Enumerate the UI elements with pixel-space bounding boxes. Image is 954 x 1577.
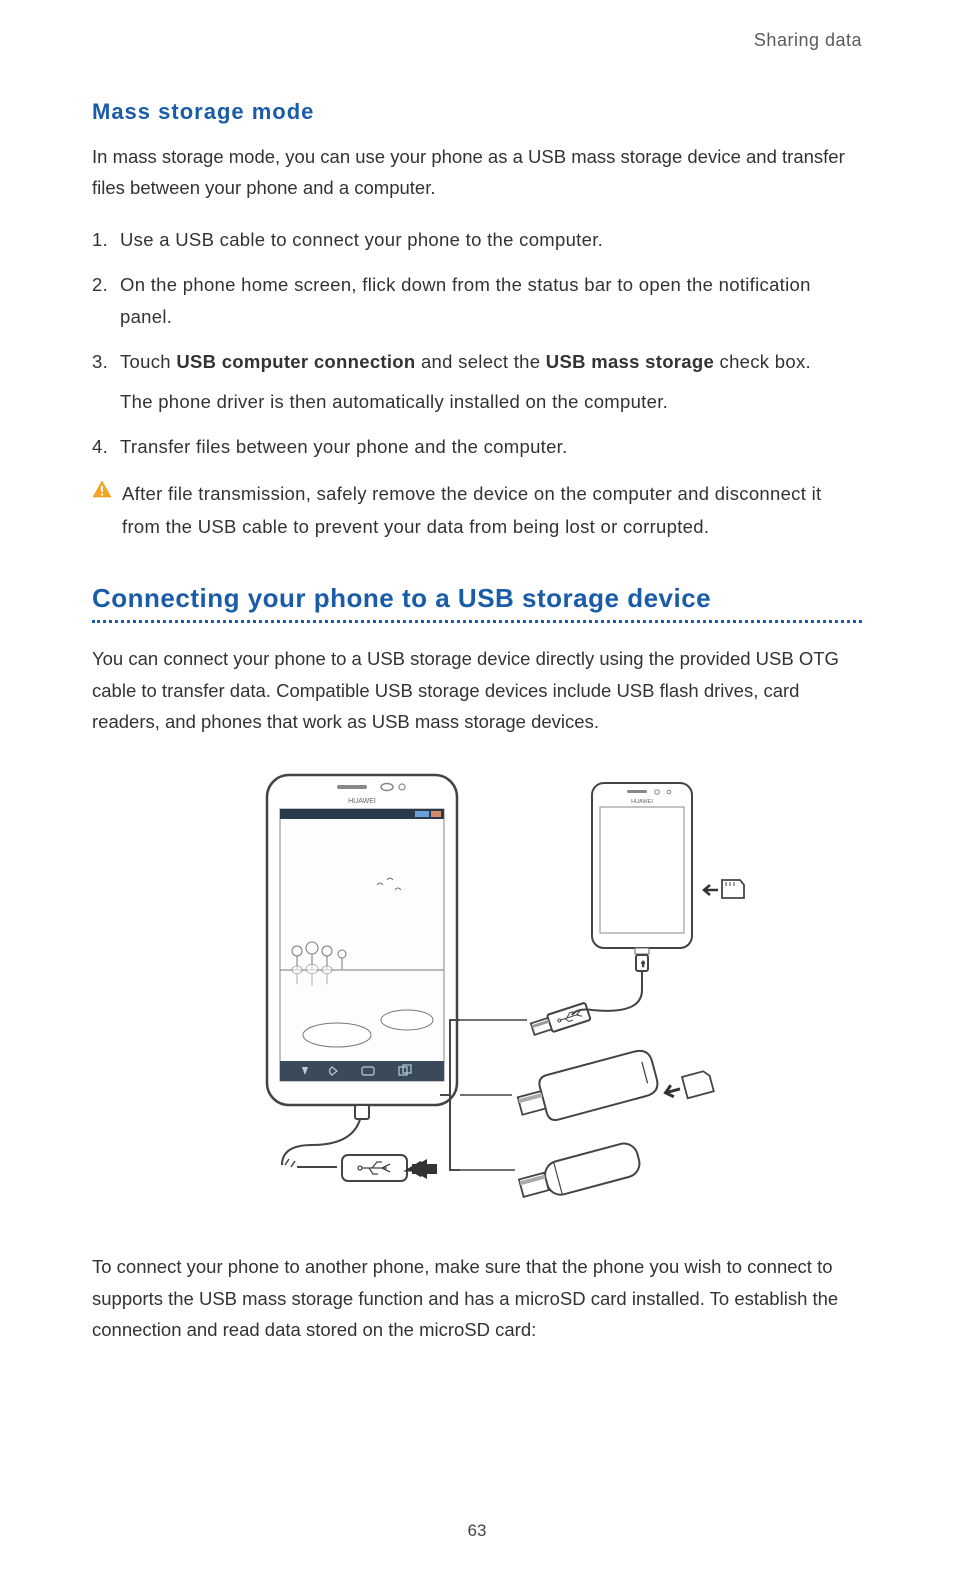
usb-flash-drive-icon — [517, 1141, 643, 1205]
step-1: Use a USB cable to connect your phone to… — [92, 224, 862, 255]
page-number: 63 — [0, 1521, 954, 1541]
section1-intro: In mass storage mode, you can use your p… — [92, 141, 862, 204]
section2-outro: To connect your phone to another phone, … — [92, 1251, 862, 1345]
steps-list: Use a USB cable to connect your phone to… — [92, 224, 862, 463]
step-3: Touch USB computer connection and select… — [92, 346, 862, 417]
card-reader-icon — [514, 1048, 660, 1128]
sd-card-reader-icon — [663, 1070, 714, 1103]
running-header: Sharing data — [92, 30, 862, 51]
section-heading-usb-storage: Connecting your phone to a USB storage d… — [92, 583, 862, 623]
caution-block: After file transmission, safely remove t… — [92, 477, 862, 544]
sd-card-small-icon — [704, 880, 744, 898]
svg-text:HUAWEI: HUAWEI — [631, 799, 653, 805]
step-3-bold1: USB computer connection — [176, 351, 415, 372]
step-3-mid: and select the — [416, 351, 546, 372]
subheading-mass-storage: Mass storage mode — [92, 99, 862, 125]
step-3-sub: The phone driver is then automatically i… — [120, 386, 862, 417]
step-4: Transfer files between your phone and th… — [92, 431, 862, 462]
usb-otg-diagram-icon: HUAWEI — [177, 765, 777, 1215]
svg-text:HUAWEI: HUAWEI — [348, 798, 376, 805]
caution-text: After file transmission, safely remove t… — [122, 477, 862, 544]
step-3-bold2: USB mass storage — [546, 351, 714, 372]
step-3-post: check box. — [714, 351, 811, 372]
warning-icon — [92, 480, 112, 503]
otg-cable-icon — [282, 1105, 407, 1181]
arrow-left-icon — [409, 1159, 437, 1179]
phone-large-icon: HUAWEI — [267, 775, 457, 1105]
step-2: On the phone home screen, flick down fro… — [92, 269, 862, 332]
illustration-container: HUAWEI — [92, 765, 862, 1215]
step-3-pre: Touch — [120, 351, 176, 372]
cable-phone-usb-icon: ↑ — [530, 955, 648, 1038]
section2-intro: You can connect your phone to a USB stor… — [92, 643, 862, 737]
phone-small-icon: HUAWEI — [592, 783, 692, 954]
svg-text:↑: ↑ — [641, 959, 645, 968]
